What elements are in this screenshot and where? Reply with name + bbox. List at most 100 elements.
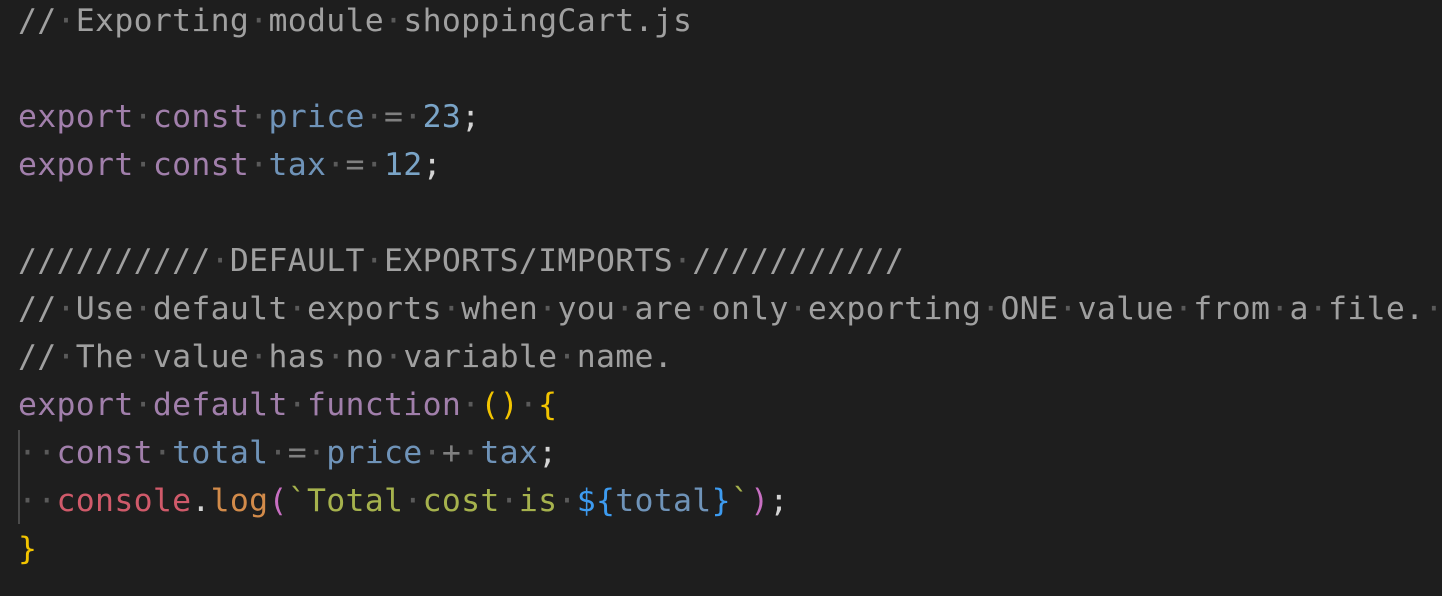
code-token: shoppingCart.js	[403, 3, 693, 39]
code-line-7[interactable]: //·Use·default·exports·when·you·are·only…	[18, 285, 1442, 333]
whitespace-marker: ·	[326, 339, 346, 375]
code-token: export	[18, 147, 134, 183]
whitespace-marker: ·	[56, 339, 76, 375]
code-token: ;	[769, 483, 789, 519]
code-token: default	[152, 387, 288, 423]
code-token: `Total	[287, 483, 404, 519]
code-token: ${	[576, 483, 616, 519]
whitespace-marker: ·	[287, 387, 307, 423]
whitespace-marker: ·	[1058, 291, 1078, 327]
whitespace-marker: ·	[1270, 291, 1290, 327]
whitespace-marker: ·	[133, 99, 153, 135]
code-token: a	[1289, 291, 1309, 327]
code-token: console	[56, 483, 192, 519]
whitespace-marker: ·	[210, 243, 230, 279]
code-token: name.	[576, 339, 674, 375]
code-token: The	[75, 339, 134, 375]
code-token: //	[18, 291, 57, 327]
whitespace-marker: ·	[422, 435, 442, 471]
whitespace-marker: ·	[1308, 291, 1329, 327]
whitespace-marker: ·	[461, 435, 481, 471]
code-token: //	[18, 339, 57, 375]
whitespace-marker: ·	[1424, 291, 1442, 327]
code-token: ;	[538, 435, 558, 471]
code-token: .	[191, 483, 211, 519]
code-line-9[interactable]: export·default·function·()·{	[18, 381, 557, 429]
code-token: }	[711, 483, 731, 519]
whitespace-marker: ·	[461, 387, 481, 423]
whitespace-marker: ·	[133, 387, 153, 423]
code-token: default	[152, 291, 288, 327]
code-token: =	[384, 99, 404, 135]
code-token: 23	[422, 99, 462, 135]
whitespace-marker: ·	[364, 99, 385, 135]
code-token: Exporting	[75, 3, 250, 39]
code-token: Use	[75, 291, 134, 327]
code-token: export	[18, 387, 134, 423]
code-token: only	[711, 291, 789, 327]
whitespace-marker: ··	[18, 483, 57, 519]
code-line-3[interactable]: export·const·price·=·23;	[18, 93, 480, 141]
whitespace-marker: ·	[403, 483, 423, 519]
code-token: price	[326, 435, 423, 471]
code-token: price	[268, 99, 365, 135]
code-token: ;	[422, 147, 442, 183]
code-token: tax	[480, 435, 539, 471]
code-line-12[interactable]: }	[18, 525, 37, 573]
code-token: file.	[1328, 291, 1425, 327]
whitespace-marker: ·	[56, 291, 76, 327]
whitespace-marker: ·	[287, 291, 307, 327]
code-token: total	[172, 435, 269, 471]
code-line-4[interactable]: export·const·tax·=·12;	[18, 141, 442, 189]
whitespace-marker: ·	[326, 147, 346, 183]
code-token: function	[306, 387, 462, 423]
code-token: exports	[306, 291, 442, 327]
code-token: DEFAULT	[229, 243, 365, 279]
whitespace-marker: ·	[249, 339, 269, 375]
whitespace-marker: ·	[518, 387, 539, 423]
whitespace-marker: ·	[364, 147, 385, 183]
code-editor[interactable]: //·Exporting·module·shoppingCart.js expo…	[0, 0, 1442, 596]
whitespace-marker: ·	[557, 339, 577, 375]
whitespace-marker: ·	[152, 435, 173, 471]
code-line-10[interactable]: ··const·total·=·price·+·tax;	[18, 429, 557, 477]
whitespace-marker: ·	[499, 483, 519, 519]
whitespace-marker: ·	[1173, 291, 1194, 327]
code-token: module	[268, 3, 385, 39]
whitespace-marker: ·	[133, 147, 153, 183]
code-token: `	[730, 483, 751, 519]
whitespace-marker: ··	[18, 435, 57, 471]
code-token: ONE	[1000, 291, 1059, 327]
code-token: variable	[403, 339, 558, 375]
code-token: const	[56, 435, 153, 471]
code-line-8[interactable]: //·The·value·has·no·variable·name.	[18, 333, 673, 381]
code-token: ()	[480, 387, 519, 423]
whitespace-marker: ·	[56, 3, 76, 39]
code-line-6[interactable]: //////////·DEFAULT·EXPORTS/IMPORTS·/////…	[18, 237, 904, 285]
whitespace-marker: ·	[249, 3, 269, 39]
whitespace-marker: ·	[981, 291, 1001, 327]
code-token: ;	[461, 99, 481, 135]
code-token: cost	[422, 483, 500, 519]
code-token: from	[1193, 291, 1271, 327]
whitespace-marker: ·	[133, 339, 153, 375]
whitespace-marker: ·	[306, 435, 327, 471]
code-token: const	[152, 147, 250, 183]
code-token: total	[615, 483, 712, 519]
whitespace-marker: ·	[364, 243, 385, 279]
code-token: no	[345, 339, 385, 375]
code-token: //////////	[18, 243, 211, 279]
whitespace-marker: ·	[615, 291, 635, 327]
whitespace-marker: ·	[557, 483, 577, 519]
whitespace-marker: ·	[249, 147, 269, 183]
code-token: )	[750, 483, 770, 519]
whitespace-marker: ·	[788, 291, 808, 327]
code-token: =	[287, 435, 307, 471]
whitespace-marker: ·	[403, 99, 423, 135]
code-line-1[interactable]: //·Exporting·module·shoppingCart.js	[18, 0, 692, 45]
code-line-11[interactable]: ··console.log(`Total·cost·is·${total}`);	[18, 477, 789, 525]
whitespace-marker: ·	[673, 243, 693, 279]
whitespace-marker: ·	[692, 291, 712, 327]
whitespace-marker: ·	[268, 435, 288, 471]
code-token: when	[461, 291, 539, 327]
